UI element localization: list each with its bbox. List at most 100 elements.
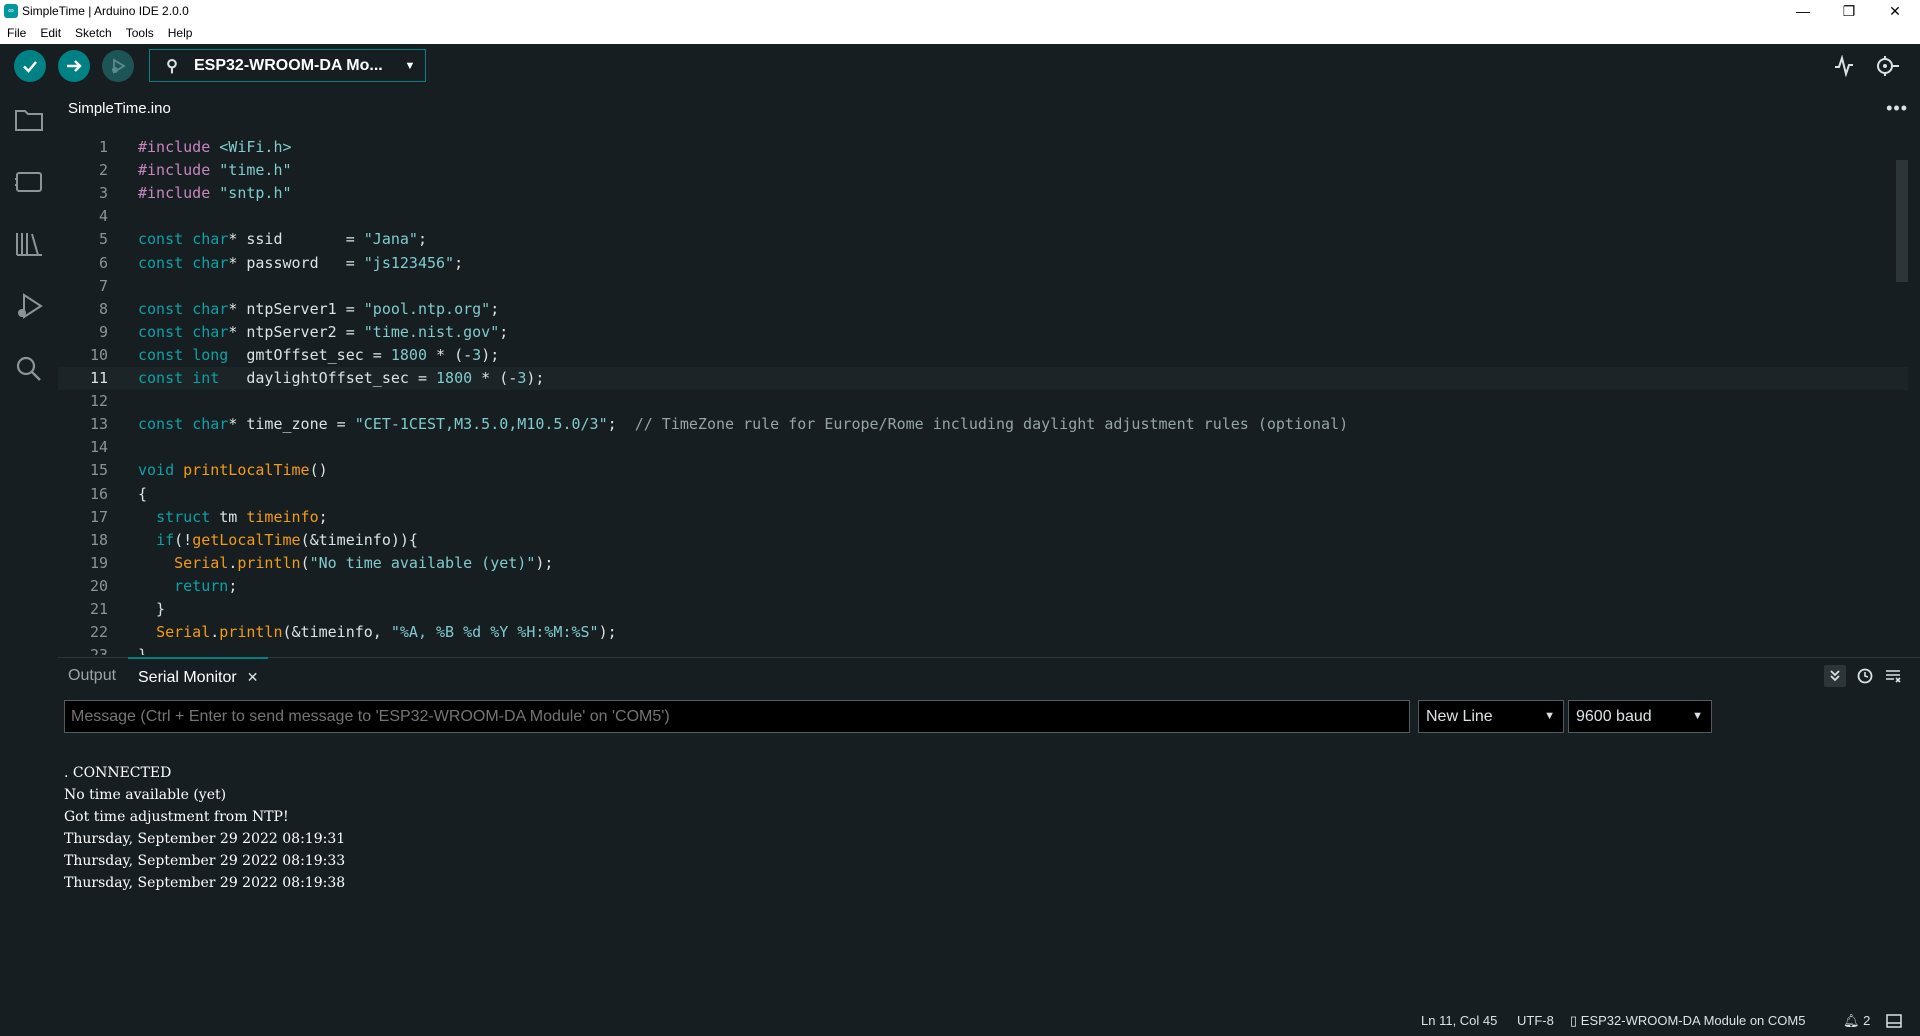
output-line: Thursday, September 29 2022 08:19:33 — [64, 853, 346, 869]
code-token: "%A, %B %d %Y %H:%M:%S" — [390, 623, 599, 642]
tab-serial-monitor[interactable]: Serial Monitor ✕ — [128, 657, 269, 695]
code-token: const — [138, 369, 193, 387]
code-token: #include — [138, 184, 220, 203]
code-token: long — [192, 345, 229, 364]
code-line[interactable]: 13 const char* time_zone = "CET-1CEST,M3.… — [58, 413, 1908, 436]
boards-manager-button[interactable] — [13, 166, 45, 198]
menu-file[interactable]: File — [0, 26, 33, 40]
cursor-position[interactable]: Ln 11, Col 45 — [1421, 1008, 1497, 1033]
code-line[interactable]: 1 #include <WiFi.h> — [58, 136, 1908, 159]
code-token: ); — [481, 345, 500, 364]
line-number: 11 — [89, 369, 108, 387]
close-icon[interactable]: ✕ — [247, 669, 259, 685]
menu-sketch[interactable]: Sketch — [68, 26, 119, 40]
code-token: ); — [598, 623, 617, 642]
serial-plotter-button[interactable] — [1830, 54, 1858, 78]
code-line[interactable]: 3 #include "sntp.h" — [58, 182, 1908, 205]
debug-button[interactable] — [102, 50, 134, 82]
code-text: #include "sntp.h" — [138, 182, 292, 205]
code-line[interactable]: 14 — [58, 436, 1908, 459]
code-token: tm — [219, 507, 247, 526]
menu-help[interactable]: Help — [161, 26, 200, 40]
board-selector[interactable]: ⚲ ESP32-WROOM-DA Mo... ▼ — [149, 49, 426, 82]
code-token: 3 — [472, 345, 482, 364]
code-text: struct tm timeinfo; — [138, 506, 328, 529]
code-line[interactable]: 15 void printLocalTime() — [58, 459, 1908, 482]
code-line[interactable]: 4 — [58, 205, 1908, 228]
line-number: 14 — [89, 438, 108, 457]
code-token: println — [237, 553, 301, 572]
close-window-button[interactable]: ✕ — [1872, 0, 1918, 22]
code-line[interactable]: 23} — [58, 644, 1908, 655]
code-text: const int daylightOffset_sec = 1800 * (-… — [138, 367, 544, 390]
minimize-button[interactable]: — — [1780, 0, 1826, 22]
code-editor[interactable]: 1 #include <WiFi.h> 2 #include "time.h" 3 #in… — [58, 128, 1908, 655]
code-line[interactable]: 9 const char* ntpServer2 = "time.nist.gov… — [58, 321, 1908, 344]
code-line[interactable]: 22 Serial.println(&timeinfo, "%A, %B %d … — [58, 621, 1908, 644]
baud-rate-select[interactable]: 9600 baud ▼ — [1568, 700, 1712, 733]
code-token: * ntpServer2 = — [228, 322, 364, 341]
window-titlebar: ∞ SimpleTime | Arduino IDE 2.0.0 — ❐ ✕ — [0, 0, 1920, 22]
code-text: const char* ntpServer1 = "pool.ntp.org"; — [138, 298, 499, 321]
code-token: ; — [490, 299, 500, 318]
tab-output[interactable]: Output — [58, 658, 126, 694]
clear-output-button[interactable] — [1882, 665, 1904, 687]
more-icon[interactable]: ••• — [1886, 98, 1908, 119]
code-line[interactable]: 2 #include "time.h" — [58, 159, 1908, 182]
code-line[interactable]: 18 if(!getLocalTime(&timeinfo)){ — [58, 529, 1908, 552]
library-icon — [16, 233, 42, 256]
notifications[interactable]: 🔔︎ 2 — [1843, 1008, 1870, 1033]
toggle-timestamp-button[interactable] — [1854, 665, 1876, 687]
folder-icon — [15, 110, 43, 131]
sketchbook-button[interactable] — [13, 104, 45, 136]
code-line[interactable]: 21 } — [58, 598, 1908, 621]
code-line[interactable]: 17 struct tm timeinfo; — [58, 506, 1908, 529]
library-manager-button[interactable] — [13, 228, 45, 260]
code-token: . — [228, 553, 238, 572]
file-encoding[interactable]: UTF-8 — [1517, 1008, 1554, 1033]
file-tab[interactable]: SimpleTime.ino — [58, 92, 181, 128]
code-line[interactable]: 19 Serial.println("No time available (ye… — [58, 552, 1908, 575]
line-number: 20 — [89, 576, 108, 595]
code-line[interactable]: 12 — [58, 390, 1908, 413]
search-button[interactable] — [13, 352, 45, 384]
code-line[interactable]: 11 const int daylightOffset_sec = 1800 * … — [58, 367, 1908, 390]
code-line[interactable]: 20 return; — [58, 575, 1908, 598]
line-ending-select[interactable]: New Line ▼ — [1418, 700, 1564, 733]
output-line: Thursday, September 29 2022 08:19:31 — [64, 831, 346, 847]
code-token: (&timeinfo)){ — [300, 530, 418, 549]
code-text: #include <WiFi.h> — [138, 136, 292, 159]
code-line[interactable]: 6 const char* password = "js123456"; — [58, 252, 1908, 275]
code-token: * time_zone = — [228, 415, 355, 434]
toggle-autoscroll-button[interactable] — [1824, 665, 1846, 687]
code-line[interactable]: 10 const long gmtOffset_sec = 1800 * (-3)… — [58, 344, 1908, 367]
chevron-down-icon: ▼ — [1692, 710, 1703, 722]
upload-button[interactable] — [58, 50, 90, 82]
board-status[interactable]: ▯ ESP32-WROOM-DA Module on COM5 — [1570, 1008, 1805, 1033]
code-token: * ssid = — [228, 230, 364, 249]
code-line[interactable]: 5 const char* ssid = "Jana"; — [58, 228, 1908, 251]
line-number: 19 — [89, 553, 108, 572]
code-text: const char* ntpServer2 = "time.nist.gov"… — [138, 321, 508, 344]
code-token: ; — [228, 576, 238, 595]
restore-button[interactable]: ❐ — [1826, 0, 1872, 22]
code-token: "No time available (yet)" — [309, 553, 536, 572]
code-token: const — [138, 415, 193, 434]
serial-message-input[interactable] — [64, 700, 1410, 733]
output-line: Got time adjustment from NTP! — [64, 809, 289, 825]
debug-panel-button[interactable] — [13, 290, 45, 322]
code-token: const — [138, 322, 193, 341]
status-bar: Ln 11, Col 45 UTF-8 ▯ ESP32-WROOM-DA Mod… — [0, 1008, 1920, 1033]
code-token: 1800 — [436, 369, 473, 387]
menu-tools[interactable]: Tools — [119, 26, 161, 40]
verify-button[interactable] — [14, 50, 46, 82]
toggle-panel-button[interactable] — [1886, 1008, 1902, 1033]
menu-edit[interactable]: Edit — [33, 26, 68, 40]
code-line[interactable]: 16 { — [58, 483, 1908, 506]
code-token: * password = — [228, 253, 364, 272]
line-number: 17 — [89, 507, 108, 526]
serial-monitor-button[interactable] — [1873, 54, 1901, 78]
line-number: 1 — [98, 138, 108, 156]
code-line[interactable]: 8 const char* ntpServer1 = "pool.ntp.org"… — [58, 298, 1908, 321]
code-line[interactable]: 7 — [58, 275, 1908, 298]
